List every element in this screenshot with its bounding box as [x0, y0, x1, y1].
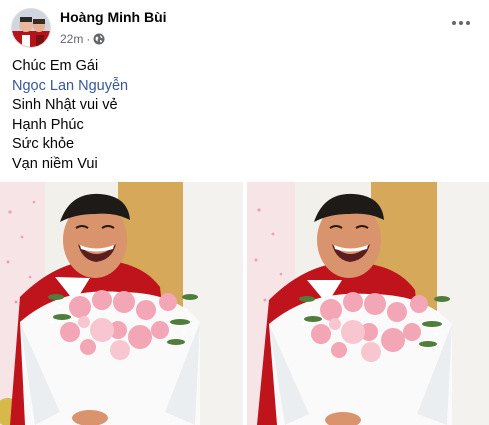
- photo-left[interactable]: [0, 182, 243, 425]
- facebook-post: Hoàng Minh Bùi 22m · Chúc Em Gái Ngọc La…: [0, 0, 489, 425]
- avatar-image: [12, 9, 50, 47]
- globe-icon[interactable]: [93, 33, 105, 45]
- meta-separator: ·: [86, 32, 91, 46]
- photo-image: [247, 182, 489, 425]
- message-line: Vạn niềm Vui: [12, 155, 98, 172]
- photo-right[interactable]: [247, 182, 489, 425]
- post-timestamp[interactable]: 22m: [60, 32, 83, 46]
- message-line: Chúc Em Gái: [12, 58, 99, 74]
- post-header: Hoàng Minh Bùi 22m ·: [0, 0, 489, 56]
- message-line: Sức khỏe: [12, 136, 75, 153]
- author-avatar[interactable]: [11, 8, 51, 48]
- photo-grid: [0, 182, 489, 425]
- photo-image: [0, 182, 243, 425]
- more-options-icon[interactable]: [446, 12, 476, 34]
- message-line: Hạnh Phúc: [12, 116, 84, 133]
- post-message: Chúc Em Gái Ngọc Lan Nguyễn Sinh Nhật vu…: [12, 57, 128, 175]
- author-name[interactable]: Hoàng Minh Bùi: [60, 9, 167, 25]
- post-meta: 22m ·: [60, 32, 105, 46]
- message-line: Sinh Nhật vui vẻ: [12, 97, 118, 114]
- mention-link[interactable]: Ngọc Lan Nguyễn: [12, 77, 128, 97]
